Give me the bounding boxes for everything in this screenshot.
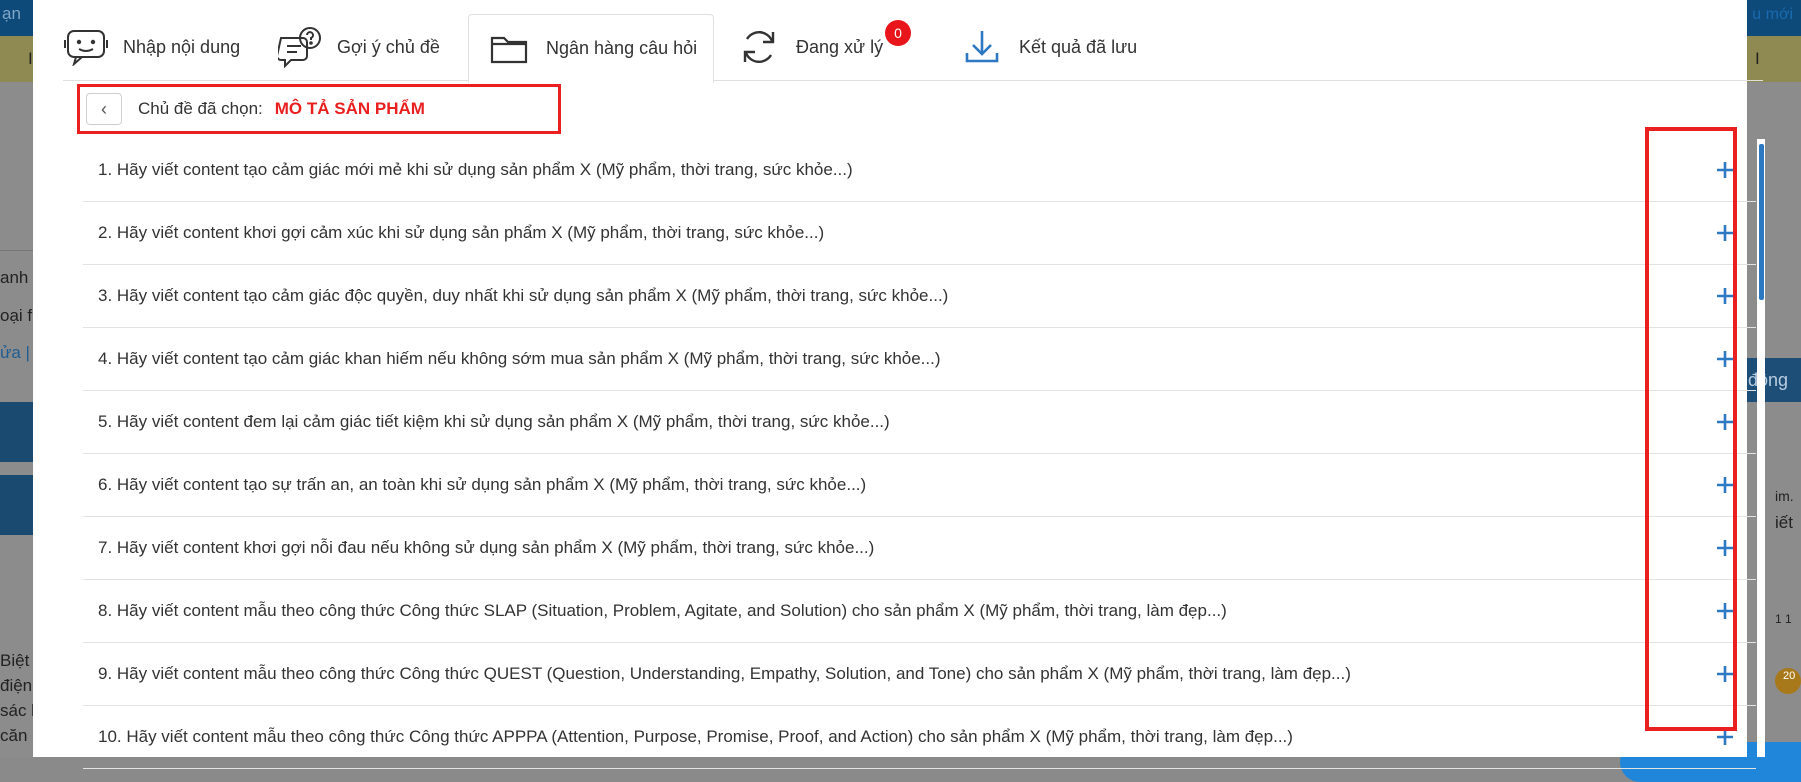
question-row[interactable]: 2. Hãy viết content khơi gợi cảm xúc khi… <box>83 202 1756 265</box>
background-snippet: iết <box>1775 513 1793 532</box>
question-text: 9. Hãy viết content mẫu theo công thức C… <box>98 664 1351 683</box>
tab-label: Đang xử lý <box>796 36 884 57</box>
question-bank-modal: Nhập nội dung Gợi ý chủ đề Ngân hàng câu… <box>33 0 1765 769</box>
tab-label: Nhập nội dung <box>123 36 241 57</box>
background-snippet: oại f <box>0 306 33 325</box>
add-question-button[interactable] <box>1713 662 1737 686</box>
tab-label: Kết quả đã lưu <box>1019 36 1138 57</box>
background-block <box>0 475 33 535</box>
background-title: ạn <box>2 4 21 23</box>
question-row[interactable]: 10. Hãy viết content mẫu theo công thức … <box>83 706 1756 769</box>
tab-label: Ngân hàng câu hỏi <box>546 38 698 58</box>
chevron-left-icon: ‹ <box>101 98 107 119</box>
tab-bar: Nhập nội dung Gợi ý chủ đề Ngân hàng câu… <box>33 0 1763 83</box>
question-text: 7. Hãy viết content khơi gợi nỗi đau nếu… <box>98 538 875 557</box>
folder-icon <box>486 26 532 72</box>
background-snippet: 1 1 <box>1775 612 1792 626</box>
refresh-icon <box>736 24 782 70</box>
background-snippet: im. <box>1775 488 1794 504</box>
question-text: 10. Hãy viết content mẫu theo công thức … <box>98 727 1293 746</box>
question-text: 3. Hãy viết content tạo cảm giác độc quy… <box>98 286 949 305</box>
background-snippet: sác l <box>0 701 35 720</box>
question-text: 1. Hãy viết content tạo cảm giác mới mẻ … <box>98 160 853 179</box>
add-question-button[interactable] <box>1713 410 1737 434</box>
add-question-button[interactable] <box>1713 221 1737 245</box>
add-question-button[interactable] <box>1713 473 1737 497</box>
add-question-button[interactable] <box>1713 284 1737 308</box>
chat-bot-icon <box>63 24 109 70</box>
tab-processing[interactable]: Đang xử lý <box>736 14 883 80</box>
question-text: 8. Hãy viết content mẫu theo công thức C… <box>98 601 1227 620</box>
question-row[interactable]: 8. Hãy viết content mẫu theo công thức C… <box>83 580 1756 643</box>
background-snippet: Biệt <box>0 651 30 670</box>
question-text: 4. Hãy viết content tạo cảm giác khan hi… <box>98 349 941 368</box>
add-question-button[interactable] <box>1713 599 1737 623</box>
background-notice-right: I <box>1755 49 1760 68</box>
question-row[interactable]: 3. Hãy viết content tạo cảm giác độc quy… <box>83 265 1756 328</box>
tab-question-bank[interactable]: Ngân hàng câu hỏi <box>468 14 714 83</box>
question-row[interactable]: 9. Hãy viết content mẫu theo công thức C… <box>83 643 1756 706</box>
background-notification-bell: 20 <box>1775 668 1801 694</box>
background-top-right-link: u mới <box>1752 6 1793 23</box>
processing-count-badge: 0 <box>885 20 911 46</box>
question-row[interactable]: 7. Hãy viết content khơi gợi nỗi đau nếu… <box>83 517 1756 580</box>
background-snippet: căn l <box>0 726 36 745</box>
question-text: 2. Hãy viết content khơi gợi cảm xúc khi… <box>98 223 825 242</box>
question-row[interactable]: 1. Hãy viết content tạo cảm giác mới mẻ … <box>83 139 1756 202</box>
tab-saved-results[interactable]: Kết quả đã lưu <box>959 14 1137 80</box>
question-chat-icon <box>277 24 323 70</box>
download-icon <box>959 24 1005 70</box>
selected-topic-bar: ‹ Chủ đề đã chọn: MÔ TẢ SẢN PHẨM <box>77 84 561 134</box>
add-question-button[interactable] <box>1713 158 1737 182</box>
background-snippet: ửa | <box>0 343 30 362</box>
question-list: 1. Hãy viết content tạo cảm giác mới mẻ … <box>83 139 1756 769</box>
question-row[interactable]: 5. Hãy viết content đem lại cảm giác tiế… <box>83 391 1756 454</box>
background-snippet: điện <box>0 676 33 695</box>
add-question-button[interactable] <box>1713 725 1737 749</box>
background-snippet: anh <box>0 268 29 287</box>
tab-suggest-topics[interactable]: Gợi ý chủ đề <box>277 14 440 80</box>
question-row[interactable]: 4. Hãy viết content tạo cảm giác khan hi… <box>83 328 1756 391</box>
add-question-button[interactable] <box>1713 536 1737 560</box>
selected-topic-label: Chủ đề đã chọn: <box>138 99 263 118</box>
tab-divider <box>63 80 1763 81</box>
selected-topic-value: MÔ TẢ SẢN PHẨM <box>274 99 425 118</box>
background-block <box>0 402 33 462</box>
question-text: 6. Hãy viết content tạo sự trấn an, an t… <box>98 475 867 494</box>
add-question-button[interactable] <box>1713 347 1737 371</box>
tab-enter-content[interactable]: Nhập nội dung <box>63 14 240 80</box>
question-text: 5. Hãy viết content đem lại cảm giác tiế… <box>98 412 890 431</box>
question-row[interactable]: 6. Hãy viết content tạo sự trấn an, an t… <box>83 454 1756 517</box>
back-button[interactable]: ‹ <box>86 93 122 125</box>
scrollbar-thumb[interactable] <box>1759 144 1764 300</box>
tab-label: Gợi ý chủ đề <box>337 36 440 57</box>
